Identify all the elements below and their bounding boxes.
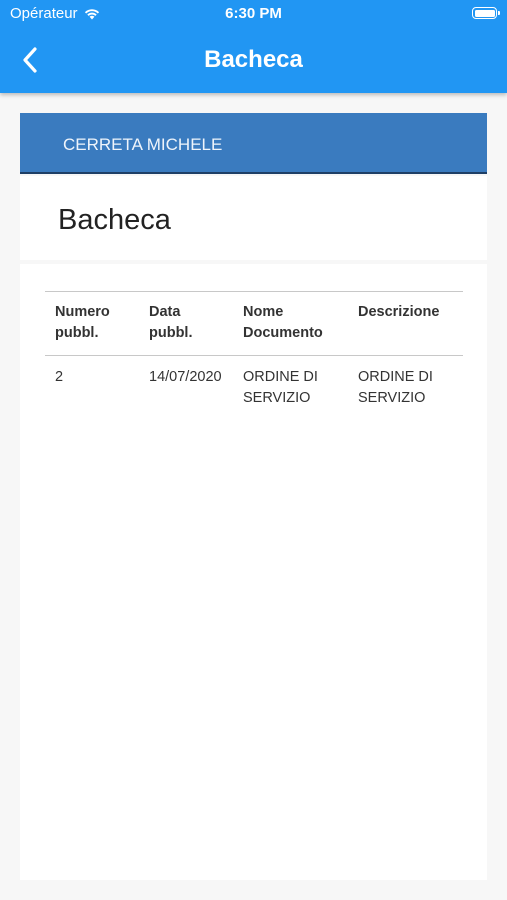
column-header-nome: Nome Documento: [243, 304, 323, 341]
cell-numero: 2: [55, 369, 64, 385]
status-bar: Opérateur 6:30 PM: [0, 0, 507, 28]
column-header-data: Data pubbl.: [149, 304, 193, 341]
cell-nome: ORDINE DI SERVIZIO: [243, 369, 318, 406]
board-table: Numero pubbl. Data pubbl. Nome Documento…: [45, 291, 463, 420]
user-header: CERRETA MICHELE: [20, 113, 487, 174]
section-heading: Bacheca: [58, 204, 171, 236]
user-name: CERRETA MICHELE: [63, 135, 223, 154]
table-row[interactable]: 2 14/07/2020 ORDINE DI SERVIZIO ORDINE D…: [45, 356, 463, 421]
page-title: Bacheca: [204, 46, 303, 73]
column-header-descrizione: Descrizione: [358, 304, 440, 320]
column-header-numero: Numero pubbl.: [55, 304, 110, 341]
board-content: Numero pubbl. Data pubbl. Nome Documento…: [20, 264, 487, 880]
cell-data: 14/07/2020: [149, 369, 222, 385]
battery-icon: [472, 7, 500, 19]
table-header-row: Numero pubbl. Data pubbl. Nome Documento…: [45, 291, 463, 356]
cell-descrizione: ORDINE DI SERVIZIO: [358, 369, 433, 406]
status-time: 6:30 PM: [225, 5, 282, 22]
section-title: Bacheca: [20, 176, 487, 260]
app-bar: Opérateur 6:30 PM Bacheca: [0, 0, 507, 93]
